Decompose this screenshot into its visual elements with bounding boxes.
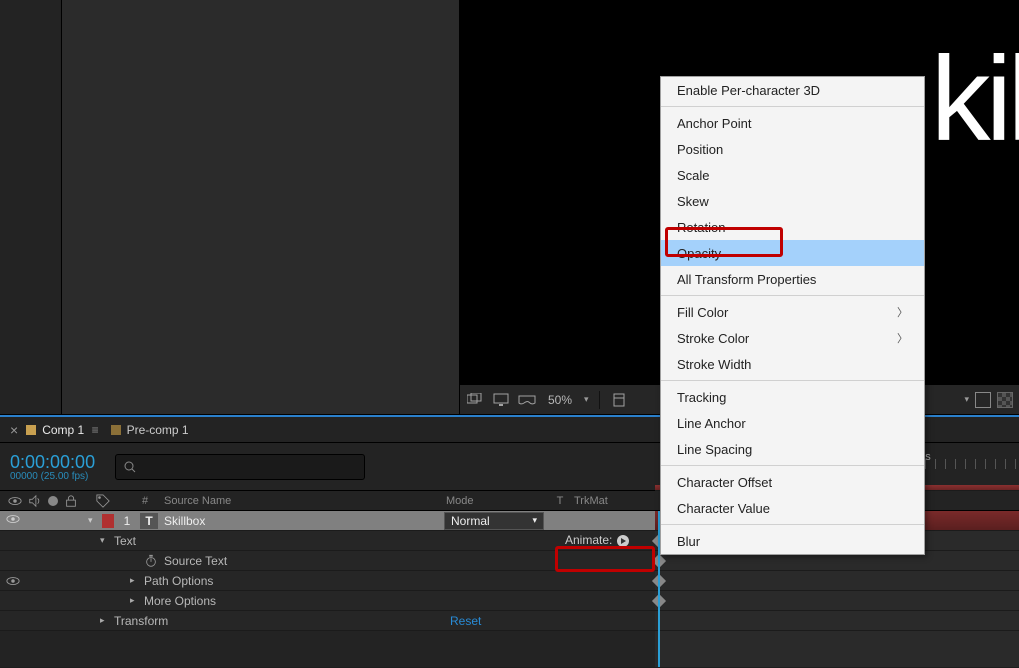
animate-flyout-button[interactable]: Animate: — [565, 533, 630, 548]
layer-search-input[interactable] — [115, 454, 365, 480]
menu-fill-color[interactable]: Fill Color〉 — [661, 299, 924, 325]
menu-skew[interactable]: Skew — [661, 188, 924, 214]
menu-enable-per-char-3d[interactable]: Enable Per-character 3D — [661, 77, 924, 103]
menu-stroke-color[interactable]: Stroke Color〉 — [661, 325, 924, 351]
prop-label: Text — [114, 534, 136, 548]
prop-label: Path Options — [144, 574, 213, 588]
track-row — [655, 591, 1019, 611]
safe-zones-icon[interactable] — [975, 392, 991, 408]
comp-icon — [111, 425, 121, 435]
tab-comp1[interactable]: Comp 1 ≡ — [26, 423, 96, 437]
reset-button[interactable]: Reset — [450, 614, 481, 628]
chevron-down-icon: ▾ — [532, 515, 537, 526]
menu-scale[interactable]: Scale — [661, 162, 924, 188]
menu-stroke-width[interactable]: Stroke Width — [661, 351, 924, 377]
layer-number: 1 — [114, 514, 140, 528]
track-row — [655, 571, 1019, 591]
lock-column-icon[interactable] — [64, 494, 78, 508]
prop-label: Source Text — [164, 554, 227, 568]
current-time[interactable]: 0:00:00:00 — [10, 452, 95, 473]
resolution-icon[interactable] — [610, 392, 628, 408]
audio-column-icon[interactable] — [28, 494, 42, 508]
project-panel-strip — [0, 0, 62, 414]
menu-blur[interactable]: Blur — [661, 528, 924, 554]
frame-rate: 00000 (25.00 fps) — [10, 471, 95, 482]
comp-icon — [26, 425, 36, 435]
animate-label: Animate: — [565, 533, 612, 547]
mask-goggles-icon[interactable] — [518, 392, 536, 408]
label-column-icon[interactable] — [96, 494, 110, 508]
prop-label: More Options — [144, 594, 216, 608]
twirl-icon[interactable]: ▸ — [130, 575, 144, 586]
menu-rotation[interactable]: Rotation — [661, 214, 924, 240]
blend-mode-value: Normal — [451, 514, 490, 528]
preview-text: kil — [931, 30, 1019, 168]
prop-path-options[interactable]: ▸ Path Options — [0, 571, 655, 591]
menu-line-spacing[interactable]: Line Spacing — [661, 436, 924, 462]
track-row — [655, 611, 1019, 631]
visibility-column-icon[interactable] — [8, 494, 22, 508]
col-trkmat: TrkMat — [570, 495, 650, 507]
screens-icon[interactable] — [466, 392, 484, 408]
text-layer-icon: T — [140, 513, 158, 529]
layer-row-skillbox[interactable]: ▾ 1 T Skillbox Normal ▾ — [0, 511, 655, 531]
transparency-grid-icon[interactable] — [997, 392, 1013, 408]
panel-menu-icon[interactable]: ≡ — [92, 423, 97, 437]
twirl-icon[interactable]: ▾ — [100, 535, 114, 546]
col-mode: Mode — [440, 495, 550, 507]
middle-empty-panel — [62, 0, 460, 414]
layer-name[interactable]: Skillbox — [164, 514, 444, 528]
tab-precomp1[interactable]: Pre-comp 1 — [111, 423, 189, 437]
flyout-arrow-icon — [616, 534, 630, 548]
col-number: # — [130, 495, 160, 507]
app-root: kil 50% ▾ ▾ — [0, 0, 1019, 668]
menu-tracking[interactable]: Tracking — [661, 384, 924, 410]
tab-label: Pre-comp 1 — [127, 423, 189, 437]
prop-transform[interactable]: ▸ Transform Reset — [0, 611, 655, 631]
twirl-icon[interactable]: ▸ — [130, 595, 144, 606]
menu-character-value[interactable]: Character Value — [661, 495, 924, 521]
close-panel-icon[interactable]: × — [10, 422, 18, 438]
stopwatch-icon[interactable] — [144, 554, 158, 568]
submenu-arrow-icon: 〉 — [897, 330, 908, 346]
search-icon — [124, 461, 136, 473]
blend-mode-dropdown[interactable]: Normal ▾ — [444, 512, 544, 530]
prop-source-text[interactable]: Source Text — [0, 551, 655, 571]
menu-opacity[interactable]: Opacity — [661, 240, 924, 266]
visibility-toggle-icon[interactable] — [6, 512, 20, 526]
layer-rows-left: ▾ 1 T Skillbox Normal ▾ ▾ Text — [0, 511, 655, 667]
animate-context-menu: Enable Per-character 3D Anchor Point Pos… — [660, 76, 925, 555]
solo-column-icon[interactable] — [48, 496, 58, 506]
menu-all-transform[interactable]: All Transform Properties — [661, 266, 924, 292]
timecode-block[interactable]: 0:00:00:00 00000 (25.00 fps) — [10, 452, 95, 482]
tab-label: Comp 1 — [42, 423, 84, 437]
menu-anchor-point[interactable]: Anchor Point — [661, 110, 924, 136]
prop-label: Transform — [114, 614, 168, 628]
col-source-name[interactable]: Source Name — [160, 495, 440, 507]
prop-text[interactable]: ▾ Text Animate: — [0, 531, 655, 551]
visibility-toggle-icon[interactable] — [6, 574, 20, 588]
zoom-dropdown-icon[interactable]: ▾ — [584, 394, 589, 405]
prop-more-options[interactable]: ▸ More Options — [0, 591, 655, 611]
menu-line-anchor[interactable]: Line Anchor — [661, 410, 924, 436]
zoom-level[interactable]: 50% — [548, 393, 572, 407]
menu-position[interactable]: Position — [661, 136, 924, 162]
twirl-icon[interactable]: ▸ — [100, 615, 114, 626]
col-t: T — [550, 495, 570, 507]
layer-twirl-icon[interactable]: ▾ — [88, 515, 102, 526]
monitor-icon[interactable] — [492, 392, 510, 408]
menu-character-offset[interactable]: Character Offset — [661, 469, 924, 495]
submenu-arrow-icon: 〉 — [897, 304, 908, 320]
view-dropdown-icon[interactable]: ▾ — [964, 394, 969, 405]
layer-color-swatch[interactable] — [102, 514, 114, 528]
